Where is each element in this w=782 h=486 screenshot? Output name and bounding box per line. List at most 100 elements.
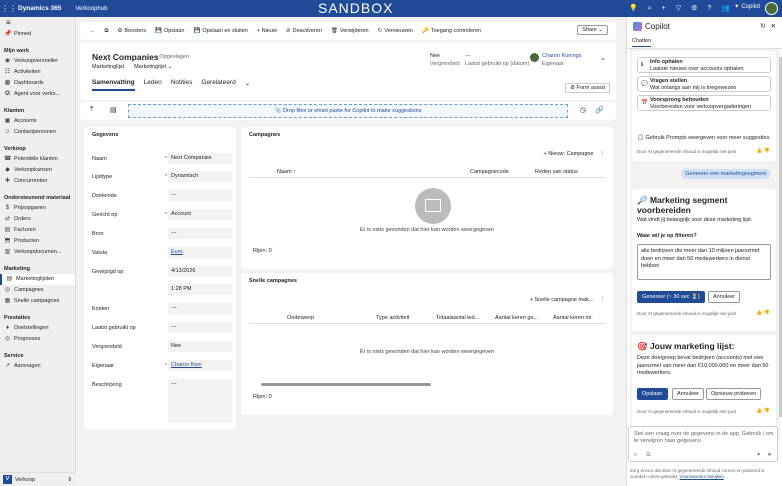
suggestion-chip[interactable]: ℹ Info ophalen Laatste nieuws over account… [637,57,771,73]
area-switcher[interactable]: V Verkoop ⇕ [0,472,76,486]
new-campaign-button[interactable]: + Nieuw: Campagne [544,151,594,157]
copilot-button[interactable]: ✦ Copilot [734,3,760,11]
terms-link[interactable]: Voorwaarden bekijken [680,474,724,479]
document-icon[interactable]: ▤ [110,106,117,114]
field-value[interactable]: --- [168,379,232,423]
cmd-button-boosters[interactable]: ⚙ Boosters [117,28,146,34]
link-icon[interactable]: 🔗 [595,106,604,114]
cmd-button-opslaan-en-sluiten[interactable]: 💾 Opslaan en sluiten [193,28,247,34]
app-launcher-icon[interactable]: ⋮⋮ [0,4,18,13]
copilot-conversation[interactable]: ℹ Info ophalen Laatste nieuws over account… [630,49,780,439]
feedback-icons[interactable]: 👍 👎 [756,408,770,414]
field-value[interactable]: Account [168,209,232,220]
sidebar-item-agent-voor-verko-[interactable]: ✪ Agent voor verko... [0,89,75,100]
cmd-button-deactiveren[interactable]: ⊘ Deactiveren [286,28,322,34]
sidebar-item-prijsopgaven[interactable]: $ Prijsopgaven [0,203,75,214]
lightbulb-icon[interactable]: 💡 [629,0,638,17]
prompts-icon[interactable]: ☰ [646,452,651,458]
sparkle-icon[interactable]: ✦ [756,452,761,458]
filter-icon[interactable]: ▽ [676,0,681,17]
col-aantal-mi[interactable]: Aantal keren mi. [553,315,593,321]
field-value[interactable]: --- [168,303,232,314]
back-button[interactable]: ← [90,28,96,34]
sidebar-item-dashboards[interactable]: ▦ Dashboards [0,78,75,89]
horizontal-scrollbar[interactable] [261,383,431,386]
cmd-button-vernieuwen[interactable]: ↻ Vernieuwen [378,28,413,34]
segment-filter-input[interactable]: alle bedrijven die meer dan 10 miljoen j… [637,244,771,280]
hamburger-icon[interactable]: ≡ [0,17,75,29]
field-value[interactable]: --- [168,190,232,201]
refresh-icon[interactable]: ↻ [760,22,765,30]
sidebar-item-verkoopkansen[interactable]: ◆ Verkoopkansen [0,165,75,176]
popout-icon[interactable]: ⧉ [105,28,109,35]
close-icon[interactable]: ✕ [771,22,776,30]
app-name[interactable]: Verkoophub [75,6,107,12]
drop-zone[interactable]: 📎 Drop files or smart paste for Copilot … [128,104,568,118]
more-icon[interactable]: ⋮ [600,151,606,157]
cmd-button-opslaan[interactable]: 💾 Opslaan [155,28,184,34]
tab-chat[interactable]: Chatten [632,38,652,47]
cmd-button-verwijderen[interactable]: 🗑 Verwijderen [331,28,369,34]
more-icon[interactable]: ⋮ [600,297,606,303]
field-value[interactable]: Charon Koni [168,360,232,371]
sidebar-item-potenti-le-klanten[interactable]: ☎ Potentiële klanten [0,154,75,165]
search-icon[interactable]: ⌕ [648,0,652,17]
feedback-icons[interactable]: 👍 👎 [756,310,770,316]
save-list-button[interactable]: Opslaan [637,388,668,400]
sidebar-item-accounts[interactable]: ▣ Accounts [0,116,75,127]
field-value[interactable]: Nee [168,341,232,352]
sidebar-item-snelle-campagnes[interactable]: ▦ Snelle campagnes [0,296,75,307]
col-type-activiteit[interactable]: Type activiteit [376,315,409,321]
sidebar-item-pinned[interactable]: 📌 Pinned [0,29,75,40]
sidebar-item-activiteiten[interactable]: ☷ Activiteiten [0,67,75,78]
brand-name[interactable]: Dynamics 365 [18,5,61,12]
tab-leden[interactable]: Leden [144,79,162,91]
copilot-chat-input[interactable]: Stel een vraag over de gegevens in de ap… [628,426,778,462]
upload-icon[interactable]: ⤒ [90,106,93,114]
sidebar-item-prognoses[interactable]: ◎ Prognoses [0,334,75,345]
share-button[interactable]: Share ⌄ [577,25,608,35]
field-value[interactable]: 1:28 PM [168,284,232,295]
cancel-list-button[interactable]: Annuleer [672,388,705,400]
tab-notities[interactable]: Notities [171,79,193,91]
sidebar-item-orders[interactable]: ⇄ Orders [0,214,75,225]
cmd-button-toegang-controleren[interactable]: 🔑 Toegang controleren [422,28,481,34]
cancel-button[interactable]: Annuleer [708,291,741,303]
suggestion-chip[interactable]: 📅 Voorsprong behouden Voorbereiden voor ve… [637,95,771,111]
field-value[interactable]: Euro [168,247,232,258]
tab-samenvatting[interactable]: Samenvatting [92,79,135,91]
sidebar-item-verkoopversneller[interactable]: ◉ Verkoopversneller [0,56,75,67]
field-value[interactable]: Next Companies [168,153,232,164]
suggestion-chip[interactable]: 💬 Vragen stellen Wat onlangs aan mij is to… [637,76,771,92]
chevron-down-icon[interactable]: ⌄ [600,54,606,62]
generate-button[interactable]: Genereer (~ 30 sec ⏳) [637,291,705,303]
sidebar-item-marketinglijsten[interactable]: ▤ Marketinglijsten [0,274,75,285]
feedback-icons[interactable]: 👍 👎 [756,148,770,154]
send-icon[interactable]: ➤ [767,452,772,458]
attach-icon[interactable]: ⌕ [634,452,637,459]
field-value[interactable]: --- [168,322,232,333]
history-icon[interactable]: ◷ [580,106,586,114]
field-value[interactable]: 4/13/2026 [168,266,232,277]
sidebar-item-producten[interactable]: ⬒ Producten [0,236,75,247]
owner-link[interactable]: Charon Konings [542,53,581,59]
col-naam[interactable]: Naam ↑ [277,169,296,175]
col-aantal-ge[interactable]: Aantal keren ge... [495,315,538,321]
add-icon[interactable]: + [662,0,666,17]
form-selector[interactable]: Marketinglijst ⌄ [134,64,172,70]
sidebar-item-facturen[interactable]: ▤ Facturen [0,225,75,236]
sidebar-item-concurrenten[interactable]: ✚ Concurrenten [0,176,75,187]
col-reden-status[interactable]: Reden van status [535,169,578,175]
user-avatar[interactable] [765,2,778,15]
field-value[interactable]: --- [168,228,232,239]
new-quick-campaign-button[interactable]: + Snelle campagne mak... [530,297,594,303]
sidebar-item-verkoopdocumen-[interactable]: ▥ Verkoopdocumen... [0,247,75,258]
help-icon[interactable]: ? [707,0,711,17]
gear-icon[interactable]: ⚙ [691,0,697,17]
col-onderwerp[interactable]: Onderwerp [287,315,314,321]
col-totaal[interactable]: Totaalaantal led... [436,315,479,321]
sidebar-item-campagnes[interactable]: ◎ Campagnes [0,285,75,296]
sidebar-item-contactpersonen[interactable]: ☺ Contactpersonen [0,127,75,138]
retry-button[interactable]: Opnieuw proberen [706,388,762,400]
tab-gerelateerd[interactable]: Gerelateerd [201,79,235,91]
